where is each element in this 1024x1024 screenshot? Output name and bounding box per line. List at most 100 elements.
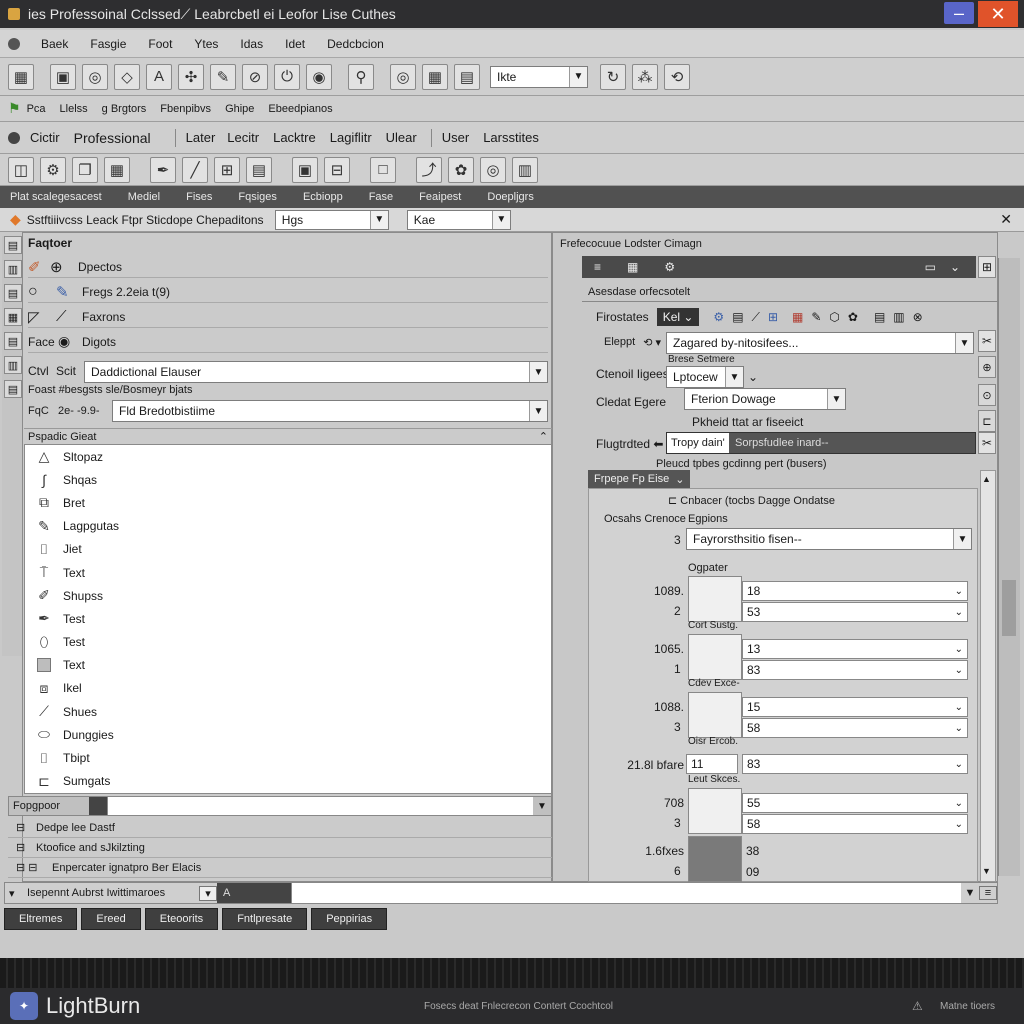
sel3-select[interactable]: Fayrorsthsitio fisen-- ▼ (686, 528, 972, 550)
globe-icon[interactable]: ◎ (82, 63, 108, 90)
outer-scrollbar[interactable] (998, 258, 1020, 876)
command-input[interactable] (291, 883, 961, 903)
layout-icon[interactable]: ▤ (454, 63, 480, 90)
bottom-tab[interactable]: Eltremes (4, 908, 78, 930)
tree-item[interactable]: ⊟ Ktoofice and sJkilzting (8, 838, 580, 858)
color-swatch[interactable] (688, 788, 742, 834)
measure-icon[interactable]: ⊞ (214, 156, 240, 183)
swatch-value-field[interactable]: 09 (742, 862, 968, 882)
left-combo-1[interactable]: Daddictional Elauser ▼ (84, 361, 548, 383)
category-item[interactable]: Fase (369, 191, 393, 203)
dock-icon[interactable]: ⊏ (978, 410, 996, 432)
category-item[interactable]: Plat scalegesacest (10, 191, 102, 203)
menu-icon[interactable]: ≡ (979, 886, 997, 900)
chevron-down-icon[interactable]: ▾ (199, 885, 217, 901)
swatch-value-field[interactable]: 13 ⌄ (742, 639, 968, 659)
toolbar2-item[interactable]: Ghipe (225, 103, 254, 115)
list-item[interactable]: ⊏ Sumgats (25, 770, 551, 793)
menu-item[interactable]: Ytes (183, 37, 229, 51)
chevron-down-icon[interactable]: ▼ (961, 887, 979, 899)
text-tool-icon[interactable]: A (146, 63, 172, 90)
swatch-value-field[interactable]: 18 ⌄ (742, 581, 968, 601)
table-icon[interactable]: ▤ (874, 310, 885, 324)
menu-item[interactable]: Idet (274, 37, 316, 51)
tree-item[interactable]: ⊟ Dedpe lee Dastf (8, 818, 580, 838)
swatch-value-field[interactable]: 53 ⌄ (742, 602, 968, 622)
ctencil-select[interactable]: Lptocew ▼ (666, 366, 744, 388)
record-icon[interactable]: ◉ (306, 63, 332, 90)
frame-icon[interactable]: □ (370, 156, 396, 183)
grid-icon[interactable]: ⊞ (978, 256, 996, 278)
bottom-tab[interactable]: Fntlpresate (222, 908, 308, 930)
swatch-value-field[interactable]: 15 ⌄ (742, 697, 968, 717)
chevron-down-icon[interactable]: ⌄ (748, 370, 758, 384)
dock-icon[interactable]: ⊕ (978, 356, 996, 378)
flugtr-field[interactable]: Tropy dain' Sorpsfudlee inard-- (666, 432, 976, 454)
toolbar2-item[interactable]: Fbenpibvs (160, 103, 211, 115)
flag-icon[interactable]: ⚑ (8, 100, 21, 117)
menu-icon[interactable]: ≡ (594, 260, 601, 274)
category-item[interactable]: Fqsiges (238, 191, 277, 203)
swatch-value-field[interactable]: 38 (742, 841, 968, 861)
left-row[interactable]: ○ ✎ Fregs 2.2eia t(9) (28, 281, 548, 303)
layers-icon[interactable]: ◫ (8, 156, 34, 183)
document-tab-label[interactable]: Sstftiiivcss Leack Ftpr Sticdope Chepadi… (27, 213, 275, 227)
knife-icon[interactable]: ⟋ (752, 310, 760, 325)
color-swatch[interactable] (688, 692, 742, 738)
compass-icon[interactable]: ⊘ (242, 63, 268, 90)
collapse-icon[interactable]: ▭ (925, 260, 936, 274)
list-item[interactable]: Text (25, 654, 551, 677)
link-icon[interactable]: ⟲ ▾ (643, 336, 661, 349)
toolbar2-item[interactable]: Ebeedpianos (268, 103, 332, 115)
color-swatch[interactable] (688, 576, 742, 622)
swatch-value-field[interactable]: 55 ⌄ (742, 793, 968, 813)
node-icon[interactable]: ⚙ (40, 156, 66, 183)
color-swatch[interactable] (688, 634, 742, 680)
category-item[interactable]: Fises (186, 191, 212, 203)
right-scrollbar[interactable] (980, 470, 996, 882)
node-icon[interactable]: ⚙ (713, 310, 724, 324)
mode-tab[interactable]: Larsstites (483, 130, 539, 145)
mode-tab[interactable]: Lacktre (273, 130, 316, 145)
cycle-icon[interactable]: ⟲ (664, 63, 690, 90)
scatter-icon[interactable]: ⁂ (632, 63, 658, 90)
flag-icon[interactable]: ▦ (792, 310, 803, 324)
tool-icon[interactable]: ✂ (978, 432, 996, 454)
list-item[interactable]: ✒ Test (25, 607, 551, 630)
list-item[interactable]: ✐ Shupss (25, 584, 551, 607)
toolbar2-item[interactable]: ɡ Brgtors (102, 103, 147, 115)
close-icon[interactable]: ⊗ (913, 310, 923, 324)
align-icon[interactable]: ⊟ (324, 156, 350, 183)
dock-icon[interactable]: ▥ (4, 356, 22, 374)
bottom-tab[interactable]: Eteoorits (144, 908, 219, 930)
scroll-thumb[interactable] (1002, 580, 1016, 636)
target-icon[interactable]: ◎ (390, 63, 416, 90)
app-menu-icon[interactable] (8, 37, 20, 50)
toolbar-combo[interactable]: Ikte ▼ (490, 65, 588, 88)
chevron-down-icon[interactable]: ▼ (982, 866, 991, 876)
color-swatch[interactable] (688, 836, 742, 882)
swatch-value-field[interactable]: 58 ⌄ (742, 718, 968, 738)
refresh-icon[interactable]: ↻ (600, 63, 626, 90)
shape-icon[interactable]: ⬡ (829, 310, 839, 324)
left-row[interactable]: ◸ ⟋ Faxrons (28, 306, 548, 328)
toolbar2-item[interactable]: Llelss (60, 103, 88, 115)
stack-icon[interactable]: ⊞ (768, 310, 778, 324)
footer-input[interactable] (107, 797, 533, 815)
mode-tab[interactable]: Ulear (386, 130, 417, 145)
edit-icon[interactable]: ✎ (210, 63, 236, 90)
new-file-icon[interactable]: ▦ (8, 63, 34, 90)
mode-tab[interactable]: User (442, 130, 469, 145)
category-item[interactable]: Mediel (128, 191, 160, 203)
target-icon[interactable]: ◎ (480, 156, 506, 183)
list-item[interactable]: ✎ Lagpgutas (25, 515, 551, 538)
open-file-icon[interactable]: ▣ (50, 63, 76, 90)
swatch-value-field[interactable]: 83 ⌄ (742, 754, 968, 774)
chevron-down-icon[interactable]: ▾ (5, 887, 19, 900)
right-tab-select[interactable]: Kel ⌄ (656, 308, 700, 326)
pen-icon[interactable]: ✒ (150, 156, 176, 183)
power-icon[interactable]: ⏻ (274, 63, 300, 90)
color-icon[interactable]: ✿ (848, 310, 858, 324)
swatch-value-field[interactable]: 58 ⌄ (742, 814, 968, 834)
list-header[interactable]: Pspadic Gieat ⌃ (24, 428, 552, 444)
